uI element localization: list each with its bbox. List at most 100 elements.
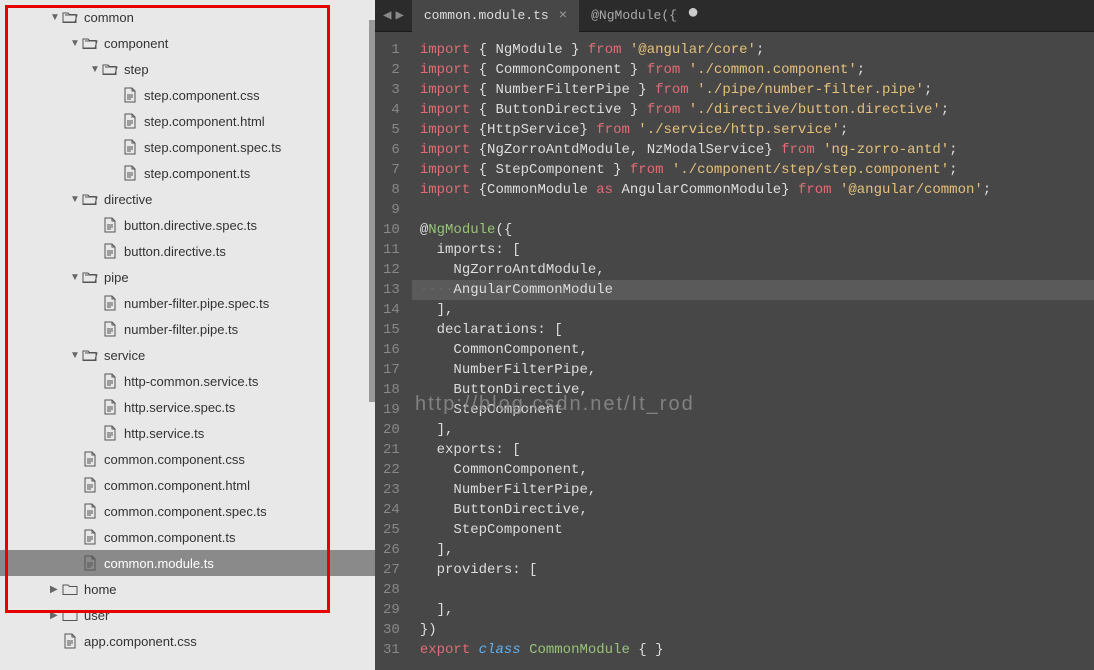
code-line[interactable]: import { NumberFilterPipe } from './pipe… (412, 80, 1094, 100)
code-line[interactable]: ····AngularCommonModule (412, 280, 1094, 300)
code-line[interactable]: @NgModule({ (412, 220, 1094, 240)
tree-file-button.directive.ts[interactable]: button.directive.ts (0, 238, 375, 264)
tab-label: common.module.ts (424, 8, 549, 23)
tree-folder-step[interactable]: ▼step (0, 56, 375, 82)
code-line[interactable]: }) (412, 620, 1094, 640)
tree-item-label: http-common.service.ts (124, 374, 258, 389)
file-icon (82, 529, 98, 545)
code-line[interactable]: NumberFilterPipe, (412, 480, 1094, 500)
code-content[interactable]: import { NgModule } from '@angular/core'… (412, 32, 1094, 670)
tree-folder-common[interactable]: ▼common (0, 4, 375, 30)
code-line[interactable] (412, 580, 1094, 600)
code-line[interactable]: CommonComponent, (412, 460, 1094, 480)
tree-file-number-filter.pipe.spec.ts[interactable]: number-filter.pipe.spec.ts (0, 290, 375, 316)
chevron-down-icon[interactable]: ▼ (70, 350, 80, 361)
code-line[interactable]: ButtonDirective, (412, 380, 1094, 400)
code-line[interactable]: import { NgModule } from '@angular/core'… (412, 40, 1094, 60)
code-line[interactable]: import { StepComponent } from './compone… (412, 160, 1094, 180)
tree-file-common.module.ts[interactable]: common.module.ts (0, 550, 375, 576)
tree-file-common.component.spec.ts[interactable]: common.component.spec.ts (0, 498, 375, 524)
tree-item-label: common.component.spec.ts (104, 504, 267, 519)
chevron-right-icon[interactable]: ▶ (50, 584, 60, 595)
line-number: 23 (383, 480, 400, 500)
line-number: 13 (383, 280, 400, 300)
tree-item-label: http.service.spec.ts (124, 400, 235, 415)
editor-tab[interactable]: common.module.ts × (412, 0, 579, 31)
code-line[interactable]: ], (412, 540, 1094, 560)
file-icon (122, 139, 138, 155)
code-line[interactable]: import {HttpService} from './service/htt… (412, 120, 1094, 140)
tree-file-common.component.css[interactable]: common.component.css (0, 446, 375, 472)
code-line[interactable]: NgZorroAntdModule, (412, 260, 1094, 280)
code-line[interactable]: providers: [ (412, 560, 1094, 580)
tree-file-step.component.css[interactable]: step.component.css (0, 82, 375, 108)
folder-icon (82, 270, 98, 284)
code-line[interactable]: declarations: [ (412, 320, 1094, 340)
code-line[interactable]: exports: [ (412, 440, 1094, 460)
code-line[interactable]: StepComponent (412, 520, 1094, 540)
file-tree: ▼common▼component▼stepstep.component.css… (0, 4, 375, 654)
tree-file-button.directive.spec.ts[interactable]: button.directive.spec.ts (0, 212, 375, 238)
chevron-down-icon[interactable]: ▼ (70, 272, 80, 283)
line-number: 25 (383, 520, 400, 540)
code-line[interactable]: CommonComponent, (412, 340, 1094, 360)
code-line[interactable]: ButtonDirective, (412, 500, 1094, 520)
tree-file-step.component.spec.ts[interactable]: step.component.spec.ts (0, 134, 375, 160)
tree-file-http-common.service.ts[interactable]: http-common.service.ts (0, 368, 375, 394)
tree-item-label: number-filter.pipe.ts (124, 322, 238, 337)
tree-folder-home[interactable]: ▶home (0, 576, 375, 602)
chevron-down-icon[interactable]: ▼ (70, 194, 80, 205)
code-line[interactable]: import { ButtonDirective } from './direc… (412, 100, 1094, 120)
line-number: 26 (383, 540, 400, 560)
chevron-down-icon[interactable]: ▼ (90, 64, 100, 75)
code-line[interactable]: import {NgZorroAntdModule, NzModalServic… (412, 140, 1094, 160)
tree-file-common.component.ts[interactable]: common.component.ts (0, 524, 375, 550)
file-icon (122, 87, 138, 103)
file-icon (102, 295, 118, 311)
code-line[interactable]: NumberFilterPipe, (412, 360, 1094, 380)
file-icon (122, 165, 138, 181)
code-line[interactable]: StepComponent (412, 400, 1094, 420)
line-number: 6 (383, 140, 400, 160)
code-line[interactable]: import { CommonComponent } from './commo… (412, 60, 1094, 80)
line-number: 17 (383, 360, 400, 380)
tree-item-label: button.directive.spec.ts (124, 218, 257, 233)
tree-folder-pipe[interactable]: ▼pipe (0, 264, 375, 290)
chevron-down-icon[interactable]: ▼ (50, 12, 60, 23)
folder-icon (62, 582, 78, 596)
tab-dirty-indicator-icon[interactable]: ● (687, 10, 699, 18)
tree-file-step.component.ts[interactable]: step.component.ts (0, 160, 375, 186)
folder-icon (102, 62, 118, 76)
code-editor[interactable]: 1234567891011121314151617181920212223242… (375, 32, 1094, 670)
code-line[interactable]: export class CommonModule { } (412, 640, 1094, 660)
line-number: 11 (383, 240, 400, 260)
code-line[interactable] (412, 200, 1094, 220)
tree-file-http.service.ts[interactable]: http.service.ts (0, 420, 375, 446)
tree-item-label: service (104, 348, 145, 363)
code-line[interactable]: imports: [ (412, 240, 1094, 260)
file-icon (102, 399, 118, 415)
nav-forward-icon[interactable]: ▶ (395, 7, 403, 24)
line-number: 10 (383, 220, 400, 240)
code-line[interactable]: ], (412, 420, 1094, 440)
tab-close-icon[interactable]: × (559, 8, 567, 24)
tree-folder-user[interactable]: ▶user (0, 602, 375, 628)
tree-folder-service[interactable]: ▼ service (0, 342, 375, 368)
code-line[interactable]: ], (412, 600, 1094, 620)
chevron-down-icon[interactable]: ▼ (70, 38, 80, 49)
editor-tab[interactable]: @NgModule({● (579, 0, 711, 31)
file-icon (102, 217, 118, 233)
tree-file-number-filter.pipe.ts[interactable]: number-filter.pipe.ts (0, 316, 375, 342)
code-line[interactable]: import {CommonModule as AngularCommonMod… (412, 180, 1094, 200)
tree-file-step.component.html[interactable]: step.component.html (0, 108, 375, 134)
code-line[interactable]: ], (412, 300, 1094, 320)
tree-folder-directive[interactable]: ▼directive (0, 186, 375, 212)
tree-file-http.service.spec.ts[interactable]: http.service.spec.ts (0, 394, 375, 420)
tree-file-app.component.css[interactable]: app.component.css (0, 628, 375, 654)
file-explorer-sidebar: ▼common▼component▼stepstep.component.css… (0, 0, 375, 670)
tree-folder-component[interactable]: ▼component (0, 30, 375, 56)
chevron-right-icon[interactable]: ▶ (50, 610, 60, 621)
nav-back-icon[interactable]: ◀ (383, 7, 391, 24)
line-number: 15 (383, 320, 400, 340)
tree-file-common.component.html[interactable]: common.component.html (0, 472, 375, 498)
